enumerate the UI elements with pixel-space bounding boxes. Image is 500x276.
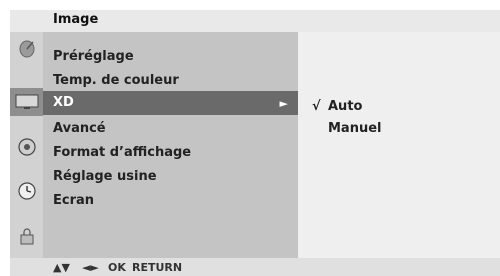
clock-icon[interactable]	[16, 180, 38, 202]
title-bar: Image	[10, 10, 500, 32]
return-hint: RETURN	[132, 261, 183, 274]
lock-icon[interactable]	[16, 226, 38, 248]
menu-item-aspect-ratio[interactable]: Format d’affichage	[53, 145, 191, 160]
up-down-arrows-icon: ▲▼	[53, 261, 70, 274]
check-mark-icon: √	[312, 99, 321, 114]
menu-item-color-temperature[interactable]: Temp. de couleur	[53, 73, 179, 88]
picture-menu-list: Préréglage Temp. de couleur XD ► Avancé …	[43, 32, 298, 258]
tv-picture-icon[interactable]	[10, 88, 43, 116]
menu-item-xd-selected[interactable]: XD ►	[43, 91, 298, 115]
menu-item-screen[interactable]: Ecran	[53, 193, 94, 208]
option-auto[interactable]: Auto	[328, 99, 362, 114]
left-right-arrows-icon: ◄►	[82, 261, 99, 274]
xd-submenu: √ Auto Manuel	[298, 32, 500, 258]
menu-item-advanced[interactable]: Avancé	[53, 121, 106, 136]
ok-hint: OK	[108, 261, 126, 274]
menu-item-preset[interactable]: Préréglage	[53, 49, 134, 64]
menu-item-xd: XD	[53, 95, 74, 110]
antenna-dish-icon[interactable]	[16, 38, 38, 60]
option-manual[interactable]: Manuel	[328, 121, 382, 136]
navigation-hint-bar: ▲▼ ◄► OK RETURN	[10, 258, 500, 276]
speaker-icon[interactable]	[16, 136, 38, 158]
osd-menu-window: Image Préréglage Temp. de couleur XD ► A…	[0, 0, 500, 276]
submenu-arrow-icon: ►	[279, 97, 288, 110]
menu-item-factory-reset[interactable]: Réglage usine	[53, 169, 157, 184]
category-icon-column	[10, 32, 43, 258]
menu-title: Image	[53, 12, 99, 27]
